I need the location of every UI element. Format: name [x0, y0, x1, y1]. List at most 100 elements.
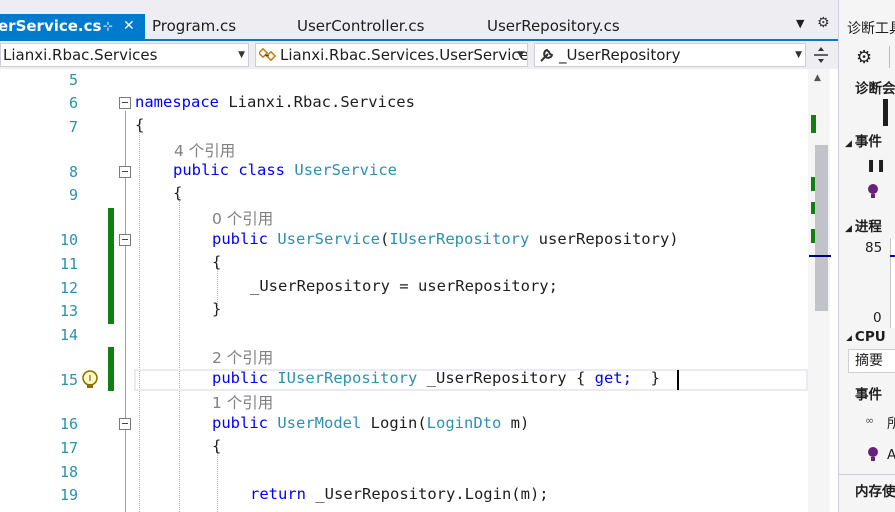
chart-min-label: 0: [873, 310, 882, 326]
caret-position-marker: [809, 255, 831, 257]
code-line: public class UserService: [173, 161, 398, 179]
code-editor[interactable]: 5 6 7 8 9 10 11 12 13 14 15 16 17 18 19 …: [0, 69, 808, 512]
line-number: 9: [68, 186, 78, 204]
close-icon[interactable]: ✕: [123, 14, 135, 39]
collapse-icon: ◢: [845, 224, 852, 234]
line-number: 11: [59, 255, 78, 273]
code-line: return _UserRepository.Login(m);: [250, 485, 549, 503]
change-indicator: [108, 347, 114, 391]
scroll-up-icon[interactable]: ▲: [814, 73, 821, 83]
line-number: 8: [68, 163, 78, 181]
diagnostics-tools-pane: 诊断工具 ⚙ 诊断会 ◢事件 ❚❚ ◢进程 85 0 ◢CPU 摘要 事件 ∞ …: [838, 0, 895, 512]
events-section-header[interactable]: ◢ 事件: [845, 130, 882, 150]
tab-label: erService.cs: [0, 17, 102, 35]
tab-program[interactable]: Program.cs: [152, 14, 282, 39]
tab-userservice[interactable]: erService.cs ⊹ ✕: [0, 14, 145, 39]
line-number: 5: [68, 71, 78, 89]
tab-summary[interactable]: 摘要: [848, 349, 895, 373]
change-marker: [811, 115, 816, 133]
collapse-constructor-button[interactable]: [119, 234, 131, 246]
memory-chart: [890, 238, 895, 328]
collapse-namespace-button[interactable]: [119, 97, 131, 109]
line-number: 14: [59, 326, 78, 344]
text-caret: [677, 370, 679, 390]
line-number: 18: [59, 463, 78, 481]
project-label: Lianxi.Rbac.Services: [3, 46, 158, 64]
indent-guide: [217, 450, 218, 512]
scroll-thumb[interactable]: [815, 145, 828, 311]
intellitrace-icon: [868, 184, 878, 198]
code-line: {: [212, 253, 222, 271]
code-line: namespace Lianxi.Rbac.Services: [135, 93, 415, 111]
collapse-method-button[interactable]: [119, 418, 131, 430]
events-item[interactable]: 所: [887, 412, 895, 432]
class-icon: [259, 47, 277, 62]
code-line: public UserModel Login(LoginDto m): [212, 414, 530, 432]
tab-label: UserController.cs: [297, 17, 425, 35]
pane-title: 诊断工具: [847, 21, 895, 37]
line-number: 16: [59, 415, 78, 433]
code-line: {: [173, 184, 183, 202]
timeline-bar: [883, 99, 888, 126]
line-number: 12: [59, 279, 78, 297]
project-dropdown[interactable]: Lianxi.Rbac.Services ▼: [0, 43, 249, 67]
navigation-bar: Lianxi.Rbac.Services ▼ Lianxi.Rbac.Servi…: [0, 41, 838, 69]
memory-usage-line: [890, 255, 895, 257]
tab-usercontroller[interactable]: UserController.cs: [297, 14, 467, 39]
code-line: {: [212, 437, 222, 455]
tab-label: Program.cs: [152, 17, 237, 35]
tab-label: UserRepository.cs: [487, 17, 620, 35]
events-label: 事件: [855, 387, 882, 403]
document-tab-strip: erService.cs ⊹ ✕ Program.cs UserControll…: [0, 0, 838, 41]
line-number: 15: [59, 371, 78, 389]
link-icon: ∞: [865, 414, 875, 427]
codelens-references[interactable]: 1 个引用: [212, 391, 273, 413]
chevron-down-icon: ▼: [238, 50, 245, 60]
line-number: 19: [59, 486, 78, 504]
divider: [839, 474, 895, 475]
indent-guide: [179, 197, 180, 512]
code-line: public IUserRepository _UserRepository {…: [212, 369, 660, 387]
chevron-down-icon: ▼: [517, 50, 524, 60]
code-line: _UserRepository = userRepository;: [250, 277, 558, 295]
code-line: }: [212, 300, 222, 318]
collapse-icon: ◢: [845, 334, 852, 341]
collapse-icon: ◢: [845, 139, 852, 149]
pin-icon[interactable]: ⊹: [103, 14, 113, 39]
change-indicator: [108, 208, 114, 324]
member-dropdown[interactable]: _UserRepository ▼: [534, 43, 806, 67]
tab-list-dropdown-icon[interactable]: ▼: [796, 17, 810, 35]
toolbar-separator: [889, 46, 890, 68]
line-number: 6: [68, 94, 78, 112]
intellitrace-icon: [868, 447, 878, 461]
session-label: 诊断会: [855, 81, 895, 97]
pause-icon[interactable]: ❚❚: [866, 158, 886, 172]
settings-icon[interactable]: ⚙: [856, 47, 872, 68]
type-label: Lianxi.Rbac.Services.UserService: [280, 46, 528, 64]
split-window-icon[interactable]: [812, 46, 830, 64]
line-number: 17: [59, 439, 78, 457]
line-number: 10: [59, 231, 78, 249]
vertical-scrollbar[interactable]: ▲: [808, 69, 831, 512]
memory-usage-label: 内存使: [855, 484, 895, 500]
settings-icon[interactable]: ⚙: [817, 15, 830, 31]
tab-userrepository[interactable]: UserRepository.cs: [487, 14, 677, 39]
events-item[interactable]: A: [887, 447, 895, 463]
collapse-class-button[interactable]: [119, 166, 131, 178]
code-line: {: [135, 116, 145, 134]
wrench-icon: [540, 48, 554, 62]
line-number: 13: [59, 302, 78, 320]
code-line: public UserService(IUserRepository userR…: [212, 230, 679, 248]
codelens-references[interactable]: 0 个引用: [212, 207, 273, 229]
indent-guide: [139, 129, 140, 512]
cpu-section-header[interactable]: ◢ CPU: [845, 329, 886, 341]
line-number: 7: [68, 118, 78, 136]
type-dropdown[interactable]: Lianxi.Rbac.Services.UserService ▼: [255, 43, 528, 67]
lightbulb-icon[interactable]: [80, 369, 100, 391]
chart-max-label: 85: [865, 240, 883, 256]
process-memory-header[interactable]: ◢ 进程: [845, 215, 882, 235]
chevron-down-icon: ▼: [795, 50, 802, 60]
member-label: _UserRepository: [559, 46, 681, 64]
codelens-references[interactable]: 4 个引用: [174, 139, 235, 161]
codelens-references[interactable]: 2 个引用: [212, 346, 273, 368]
